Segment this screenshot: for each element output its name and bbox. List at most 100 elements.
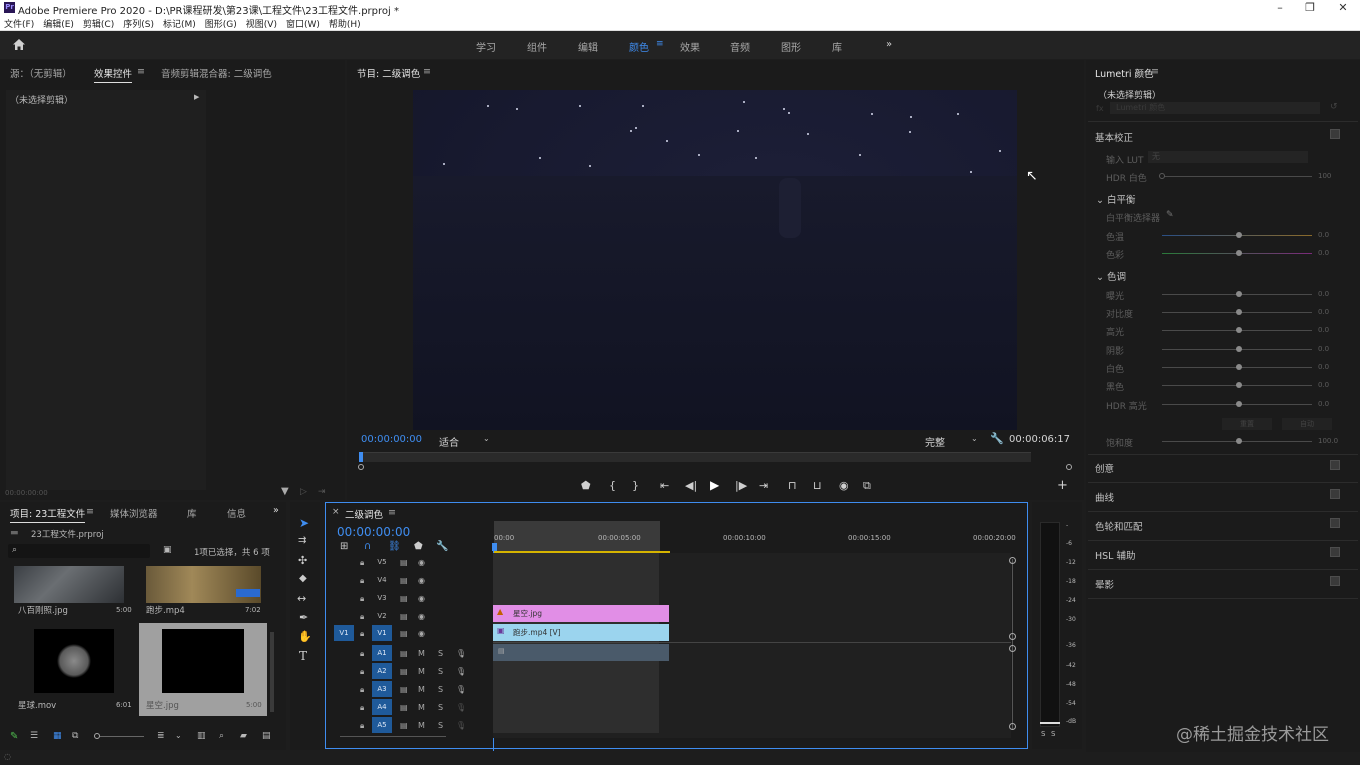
- exposure-value[interactable]: 0.0: [1318, 290, 1329, 298]
- item-name[interactable]: 跑步.mp4: [146, 604, 185, 616]
- track-select-tool-icon[interactable]: ⇉: [298, 535, 306, 546]
- solo-icon[interactable]: S: [438, 667, 443, 676]
- contrast-value[interactable]: 0.0: [1318, 308, 1329, 316]
- saturation-knob[interactable]: [1236, 438, 1242, 444]
- solo-right-button[interactable]: S: [1051, 730, 1055, 738]
- eyedropper-icon[interactable]: ✎: [1166, 210, 1174, 220]
- minimize-button[interactable]: –: [1265, 1, 1295, 14]
- tab-source[interactable]: 源：（无剪辑）: [10, 66, 72, 80]
- workspace-editing[interactable]: 编辑: [578, 39, 598, 54]
- white-balance-header[interactable]: ⌄ 白平衡: [1096, 192, 1136, 206]
- playhead-head[interactable]: [492, 543, 497, 551]
- zoom-select[interactable]: 适合: [439, 434, 459, 449]
- lock-icon[interactable]: 🔒︎: [360, 612, 364, 622]
- timeline-timecode[interactable]: 00:00:00:00: [337, 525, 410, 539]
- eye-icon[interactable]: ◉: [418, 629, 425, 638]
- lock-icon[interactable]: 🔒︎: [360, 721, 364, 731]
- hdr-white-slider[interactable]: [1162, 176, 1312, 177]
- program-menu-icon[interactable]: ≡: [423, 66, 431, 77]
- reset-button[interactable]: 重置: [1222, 418, 1272, 430]
- basic-correction-header[interactable]: 基本校正: [1095, 130, 1133, 144]
- project-menu-icon[interactable]: ≡: [86, 506, 94, 517]
- mute-icon[interactable]: M: [418, 649, 425, 658]
- input-lut-select[interactable]: 无: [1148, 151, 1308, 163]
- home-icon[interactable]: [12, 38, 26, 51]
- hdr-specular-value[interactable]: 0.0: [1318, 400, 1329, 408]
- lumetri-effect-select[interactable]: Lumetri 颜色: [1110, 102, 1320, 114]
- menu-help[interactable]: 帮助(H): [329, 17, 361, 30]
- mute-icon[interactable]: M: [418, 685, 425, 694]
- basic-correction-checkbox[interactable]: [1330, 129, 1340, 139]
- voiceover-mic-icon[interactable]: 🎙︎: [456, 649, 466, 658]
- lift-icon[interactable]: ⊓: [788, 479, 797, 492]
- workspace-audio[interactable]: 音频: [730, 39, 750, 54]
- eye-icon[interactable]: ◉: [418, 576, 425, 585]
- snap-icon[interactable]: ∩: [364, 541, 371, 552]
- clip-xingkong[interactable]: ▲ 星空.jpg: [493, 605, 669, 622]
- hsl-secondary-header[interactable]: HSL 辅助: [1095, 548, 1136, 562]
- automate-sequence-icon[interactable]: ▥: [197, 731, 206, 741]
- highlights-knob[interactable]: [1236, 327, 1242, 333]
- sequence-menu-icon[interactable]: ≡: [388, 507, 396, 518]
- sort-icon[interactable]: ≣: [157, 731, 165, 741]
- sync-lock-icon[interactable]: ▤: [400, 667, 408, 676]
- tab-audio-clip-mixer[interactable]: 音频剪辑混合器: 二级调色: [161, 66, 272, 80]
- restore-button[interactable]: ❐: [1295, 1, 1325, 14]
- sequence-tab[interactable]: 二级调色: [345, 507, 383, 521]
- program-monitor-title[interactable]: 节目: 二级调色: [357, 66, 420, 80]
- timeline-settings-icon[interactable]: 🔧: [436, 541, 448, 552]
- workspace-learn[interactable]: 学习: [476, 39, 496, 54]
- menu-file[interactable]: 文件(F): [4, 17, 34, 30]
- add-marker-timeline-icon[interactable]: ⬟: [414, 541, 423, 552]
- ripple-edit-tool-icon[interactable]: ✣: [298, 554, 307, 567]
- sync-lock-icon[interactable]: ▤: [400, 685, 408, 694]
- list-view-icon[interactable]: ☰: [30, 731, 38, 741]
- zoom-dropdown-icon[interactable]: ⌄: [483, 434, 490, 443]
- add-marker-icon[interactable]: ⬟: [581, 479, 591, 492]
- sync-lock-icon[interactable]: ▤: [400, 649, 408, 658]
- item-name[interactable]: 星球.mov: [18, 699, 56, 711]
- mute-icon[interactable]: M: [418, 667, 425, 676]
- auto-button[interactable]: 自动: [1282, 418, 1332, 430]
- hand-tool-icon[interactable]: ✋: [298, 630, 312, 643]
- tab-project[interactable]: 项目: 23工程文件: [10, 506, 86, 523]
- voiceover-mic-icon[interactable]: 🎙︎: [456, 703, 466, 712]
- resolution-select[interactable]: 完整: [925, 434, 945, 449]
- workspace-color-menu-icon[interactable]: ≡: [656, 39, 664, 49]
- lock-icon[interactable]: 🔒︎: [360, 649, 364, 659]
- thumbnail-badaogang[interactable]: [14, 566, 124, 603]
- clip-paobu-audio[interactable]: ▤: [493, 644, 669, 661]
- voiceover-mic-icon[interactable]: 🎙︎: [456, 667, 466, 676]
- comparison-view-icon[interactable]: ⧉: [863, 479, 871, 493]
- clip-paobu[interactable]: ▣ 跑步.mp4 [V]: [493, 624, 669, 641]
- sync-lock-icon[interactable]: ▤: [400, 629, 408, 638]
- temperature-knob[interactable]: [1236, 232, 1242, 238]
- thumbnail-paobu[interactable]: [146, 566, 261, 603]
- saturation-value[interactable]: 100.0: [1318, 437, 1338, 445]
- solo-icon[interactable]: S: [438, 721, 443, 730]
- solo-icon[interactable]: S: [438, 703, 443, 712]
- scroll-handle-mid2[interactable]: [1009, 645, 1016, 652]
- lumetri-menu-icon[interactable]: ≡: [1151, 66, 1159, 77]
- project-search-input[interactable]: ⌕: [8, 544, 150, 558]
- scroll-handle-mid[interactable]: [1009, 633, 1016, 640]
- lock-icon[interactable]: 🔒︎: [360, 576, 364, 586]
- tint-value[interactable]: 0.0: [1318, 249, 1329, 257]
- highlights-value[interactable]: 0.0: [1318, 326, 1329, 334]
- pen-tool-icon[interactable]: ✒: [299, 611, 308, 624]
- zoom-handle-left[interactable]: [358, 464, 364, 470]
- filter-icon[interactable]: ▼: [281, 486, 289, 497]
- workspace-color[interactable]: 颜色: [629, 39, 649, 54]
- sync-lock-icon[interactable]: ▤: [400, 594, 408, 603]
- new-bin-bottom-icon[interactable]: ▰: [240, 731, 247, 741]
- workspace-libraries[interactable]: 库: [832, 39, 842, 54]
- hsl-secondary-checkbox[interactable]: [1330, 547, 1340, 557]
- step-forward-icon[interactable]: |▶: [735, 479, 747, 492]
- workspace-effects[interactable]: 效果: [680, 39, 700, 54]
- play-icon[interactable]: ▶: [710, 478, 719, 492]
- solo-left-button[interactable]: S: [1041, 730, 1045, 738]
- eye-icon[interactable]: ◉: [418, 594, 425, 603]
- sort-dropdown-icon[interactable]: ⌄: [175, 731, 182, 740]
- sync-lock-icon[interactable]: ▤: [400, 558, 408, 567]
- item-name[interactable]: 八百刚照.jpg: [18, 604, 68, 616]
